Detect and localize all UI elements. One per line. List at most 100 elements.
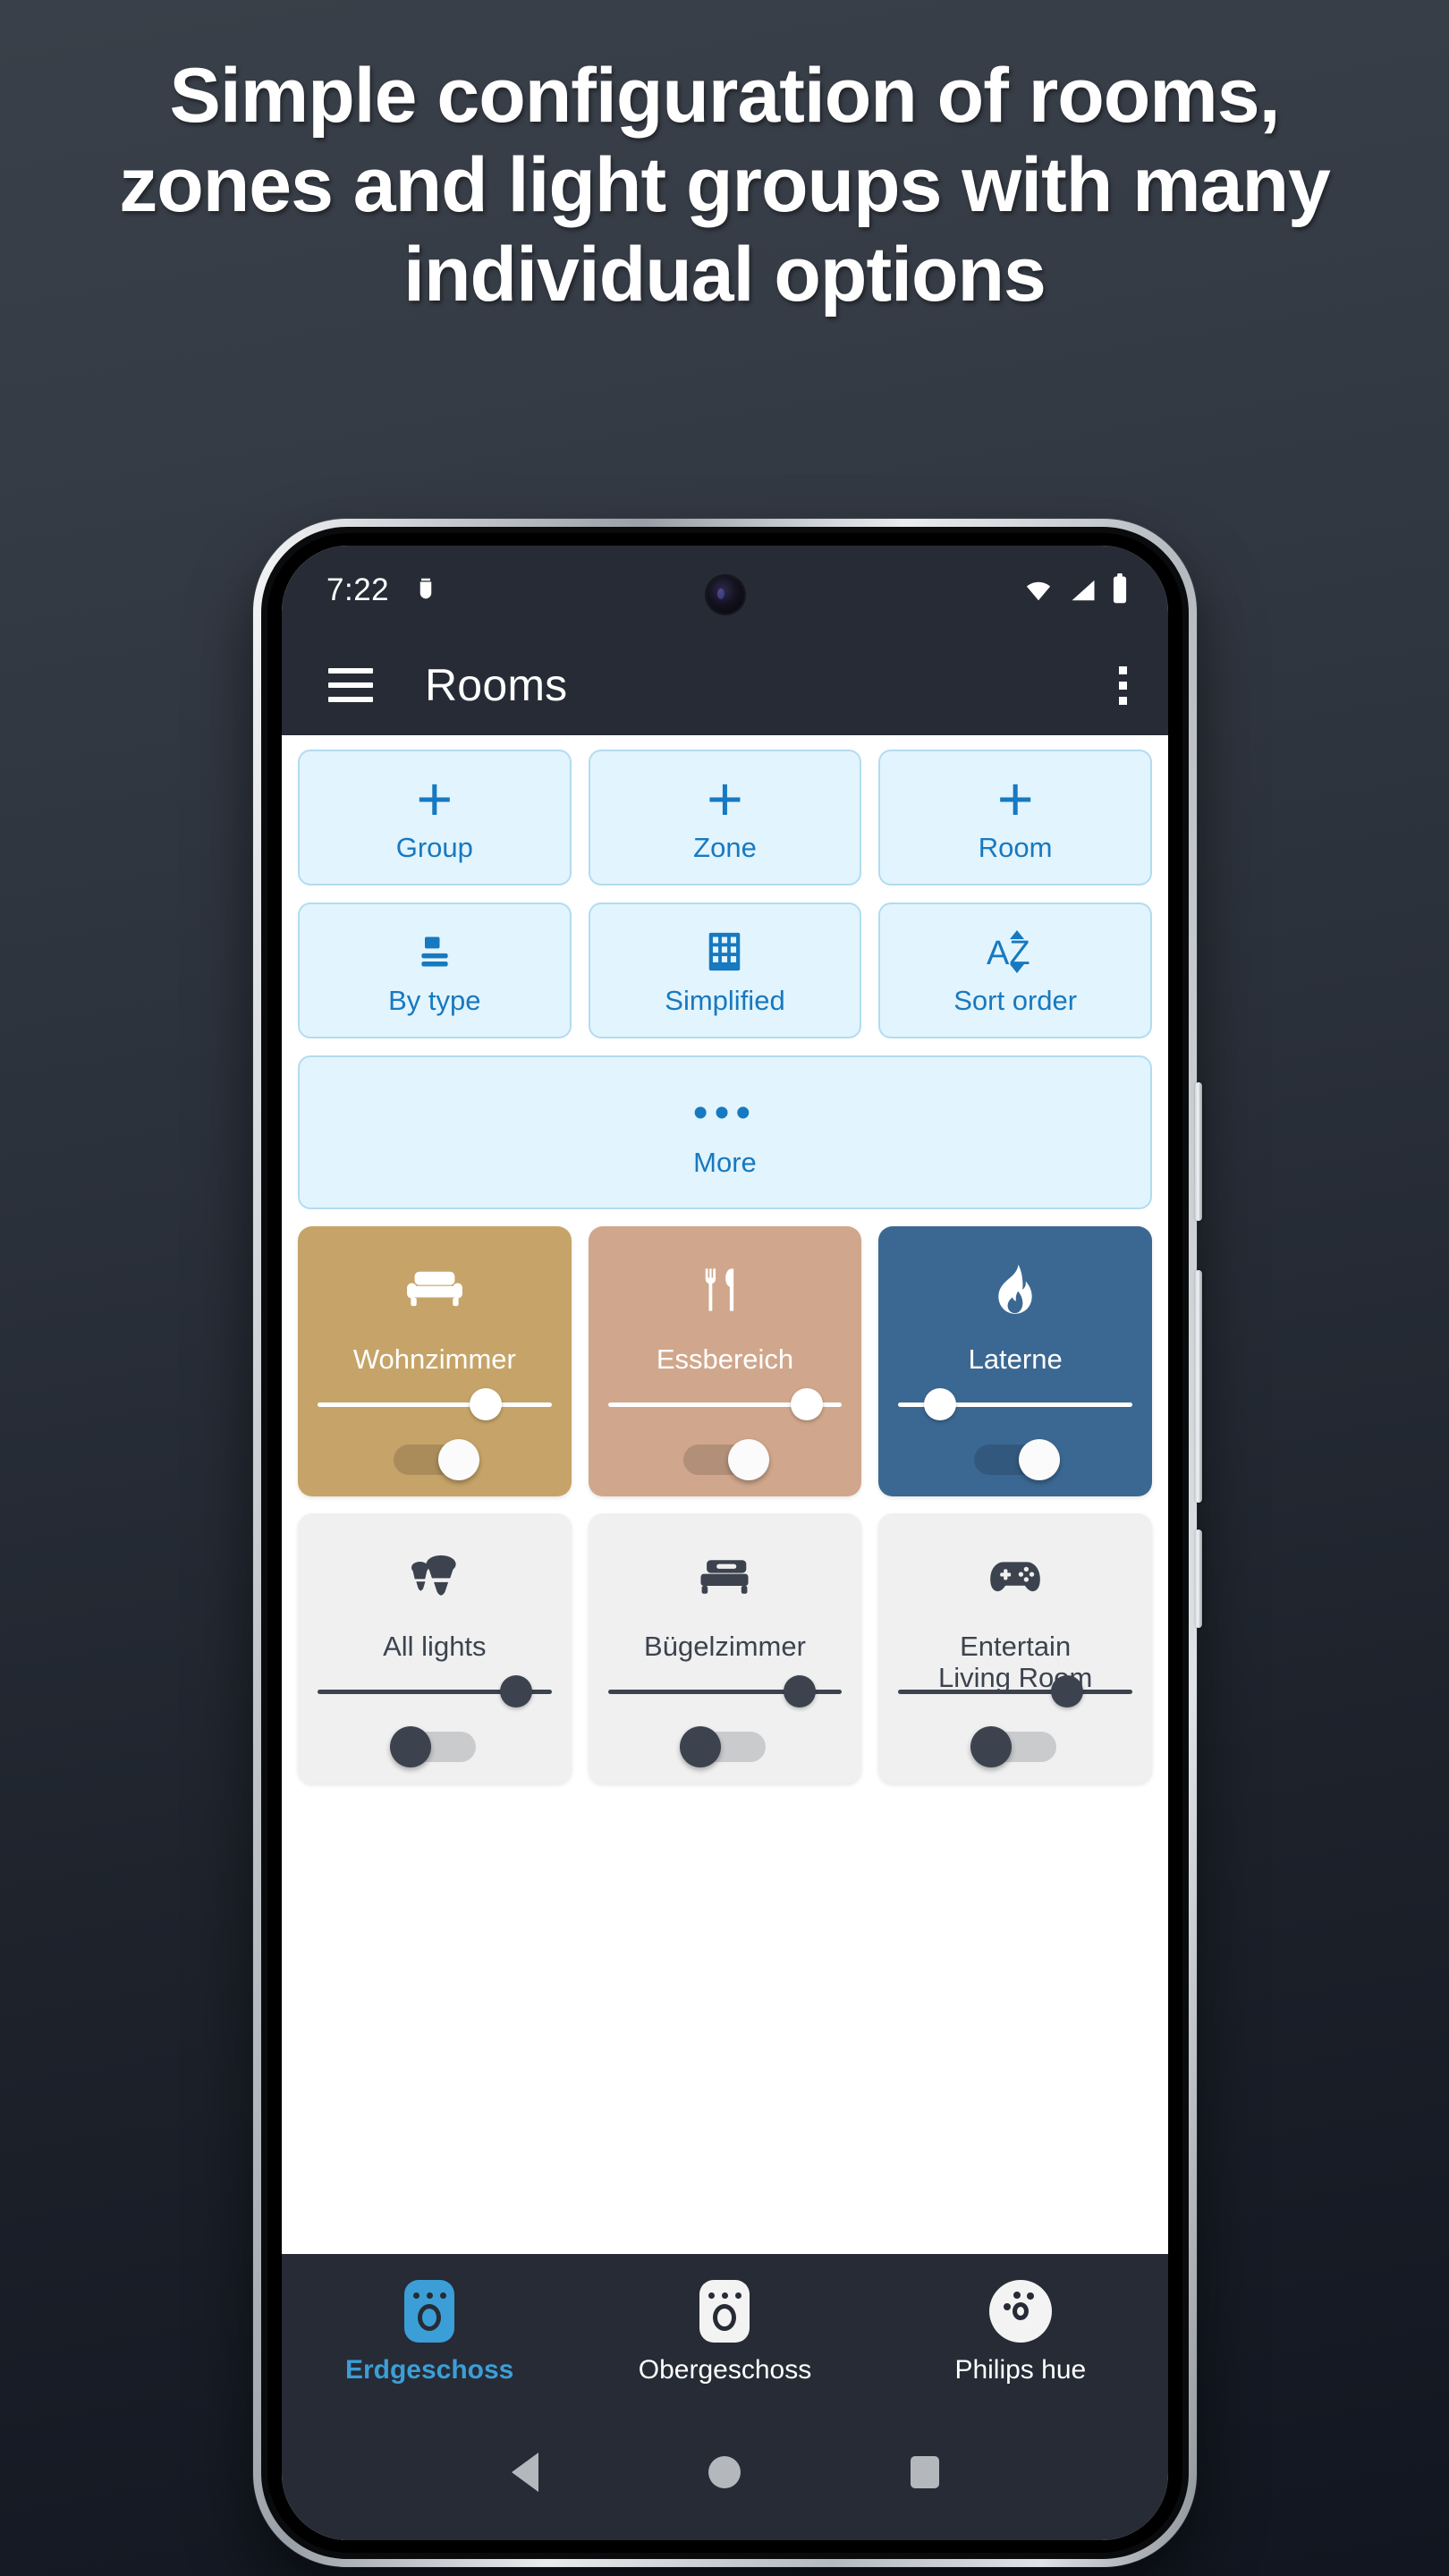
bridge-icon bbox=[404, 2280, 455, 2343]
plus-icon: + bbox=[996, 763, 1034, 834]
list-view-icon bbox=[413, 924, 456, 979]
slider-knob[interactable] bbox=[791, 1388, 824, 1420]
android-navigation-bar bbox=[282, 2404, 1168, 2540]
bulbs-icon bbox=[407, 1549, 462, 1605]
bed-icon bbox=[699, 1549, 750, 1605]
room-card[interactable]: All lights bbox=[298, 1513, 572, 1784]
add-room-label: Room bbox=[978, 832, 1053, 863]
battery-icon bbox=[1111, 572, 1129, 608]
simplified-label: Simplified bbox=[665, 985, 785, 1016]
more-button[interactable]: ••• More bbox=[298, 1055, 1152, 1209]
android-debug-icon bbox=[412, 573, 439, 608]
room-card[interactable]: Bügelzimmer bbox=[588, 1513, 862, 1784]
flame-icon bbox=[996, 1262, 1035, 1318]
cutlery-icon bbox=[700, 1262, 749, 1318]
power-toggle[interactable] bbox=[386, 1439, 483, 1480]
room-name: Bügelzimmer bbox=[644, 1631, 806, 1662]
room-name: All lights bbox=[383, 1631, 487, 1662]
toggle-knob[interactable] bbox=[389, 1726, 431, 1767]
recents-button[interactable] bbox=[910, 2456, 939, 2488]
brightness-slider[interactable] bbox=[898, 1388, 1132, 1420]
status-bar: 7:22 bbox=[282, 546, 1168, 635]
front-camera bbox=[706, 576, 744, 614]
room-card[interactable]: Laterne bbox=[878, 1226, 1152, 1496]
overflow-menu-icon[interactable] bbox=[1119, 665, 1127, 705]
by-type-button[interactable]: By type bbox=[298, 902, 572, 1038]
wifi-icon bbox=[1021, 577, 1055, 608]
toggle-knob[interactable] bbox=[437, 1439, 479, 1480]
power-toggle[interactable] bbox=[967, 1726, 1063, 1767]
plus-icon: + bbox=[416, 763, 453, 834]
brightness-slider[interactable] bbox=[318, 1388, 552, 1420]
toggle-knob[interactable] bbox=[970, 1726, 1013, 1767]
room-name: Essbereich bbox=[656, 1343, 794, 1375]
home-button[interactable] bbox=[708, 2456, 741, 2488]
grid-view-icon bbox=[706, 924, 743, 979]
hamburger-menu-icon[interactable] bbox=[328, 668, 373, 702]
nav-item-obergeschoss[interactable]: Obergeschoss bbox=[577, 2280, 872, 2385]
action-button-row-2: By type Simplified AZ Sort order bbox=[298, 902, 1152, 1038]
bottom-navigation: Erdgeschoss Obergeschoss Philips hue bbox=[282, 2254, 1168, 2404]
brightness-slider[interactable] bbox=[318, 1675, 552, 1707]
svg-text:AZ: AZ bbox=[987, 935, 1030, 972]
brightness-slider[interactable] bbox=[898, 1675, 1132, 1707]
cellular-signal-icon bbox=[1068, 577, 1098, 608]
power-toggle[interactable] bbox=[386, 1726, 483, 1767]
nav-label: Philips hue bbox=[954, 2355, 1087, 2385]
toggle-knob[interactable] bbox=[680, 1726, 722, 1767]
room-card[interactable]: Wohnzimmer bbox=[298, 1226, 572, 1496]
phone-screen: 7:22 Rooms + Group + Zone + Room By type… bbox=[282, 546, 1168, 2540]
room-card-row-2: All lights Bügelzimmer Entertain Living … bbox=[298, 1513, 1152, 1784]
action-button-row-1: + Group + Zone + Room bbox=[298, 750, 1152, 886]
slider-track bbox=[898, 1690, 1132, 1694]
more-button-row: ••• More bbox=[298, 1055, 1152, 1209]
more-label: More bbox=[693, 1147, 757, 1178]
toggle-knob[interactable] bbox=[1019, 1439, 1061, 1480]
slider-knob[interactable] bbox=[784, 1675, 817, 1707]
brightness-slider[interactable] bbox=[607, 1675, 843, 1707]
slider-knob[interactable] bbox=[924, 1388, 957, 1420]
sort-order-button[interactable]: AZ Sort order bbox=[878, 902, 1152, 1038]
room-card[interactable]: Essbereich bbox=[588, 1226, 862, 1496]
more-dots-icon: ••• bbox=[692, 1089, 758, 1137]
hue-icon bbox=[988, 2280, 1052, 2343]
bridge-icon bbox=[699, 2280, 750, 2343]
volume-up-button[interactable] bbox=[1195, 1270, 1202, 1503]
nav-label: Obergeschoss bbox=[638, 2355, 812, 2385]
brightness-slider[interactable] bbox=[607, 1388, 843, 1420]
slider-knob[interactable] bbox=[1050, 1675, 1083, 1707]
sort-order-label: Sort order bbox=[953, 985, 1078, 1016]
volume-down-button[interactable] bbox=[1195, 1530, 1202, 1628]
add-zone-button[interactable]: + Zone bbox=[588, 750, 862, 886]
add-zone-label: Zone bbox=[693, 832, 757, 863]
room-name: Laterne bbox=[968, 1343, 1063, 1375]
sort-az-icon: AZ bbox=[984, 924, 1046, 979]
back-button[interactable] bbox=[511, 2453, 538, 2492]
power-button[interactable] bbox=[1195, 1082, 1202, 1221]
add-group-label: Group bbox=[395, 832, 473, 863]
nav-item-erdgeschoss[interactable]: Erdgeschoss bbox=[282, 2280, 577, 2385]
slider-track bbox=[318, 1402, 552, 1407]
simplified-button[interactable]: Simplified bbox=[588, 902, 862, 1038]
slider-knob[interactable] bbox=[500, 1675, 533, 1707]
power-toggle[interactable] bbox=[967, 1439, 1063, 1480]
power-toggle[interactable] bbox=[676, 1726, 773, 1767]
nav-item-philips-hue[interactable]: Philips hue bbox=[873, 2280, 1168, 2385]
main-content: + Group + Zone + Room By type Simplified… bbox=[282, 735, 1168, 2254]
by-type-label: By type bbox=[388, 985, 481, 1016]
app-bar-title: Rooms bbox=[425, 660, 568, 710]
slider-knob[interactable] bbox=[470, 1388, 503, 1420]
nav-label: Erdgeschoss bbox=[344, 2355, 514, 2385]
power-toggle[interactable] bbox=[676, 1439, 773, 1480]
room-card-row-1: Wohnzimmer Essbereich Laterne bbox=[298, 1226, 1152, 1496]
app-bar: Rooms bbox=[282, 635, 1168, 735]
phone-mockup: 7:22 Rooms + Group + Zone + Room By type… bbox=[253, 519, 1202, 2567]
gamepad-icon bbox=[987, 1549, 1043, 1605]
status-time: 7:22 bbox=[326, 572, 390, 607]
room-card[interactable]: Entertain Living Room bbox=[878, 1513, 1152, 1784]
add-room-button[interactable]: + Room bbox=[878, 750, 1152, 886]
add-group-button[interactable]: + Group bbox=[298, 750, 572, 886]
toggle-knob[interactable] bbox=[728, 1439, 770, 1480]
sofa-icon bbox=[406, 1262, 463, 1318]
page-title: Simple configuration of rooms, zones and… bbox=[119, 53, 1331, 318]
